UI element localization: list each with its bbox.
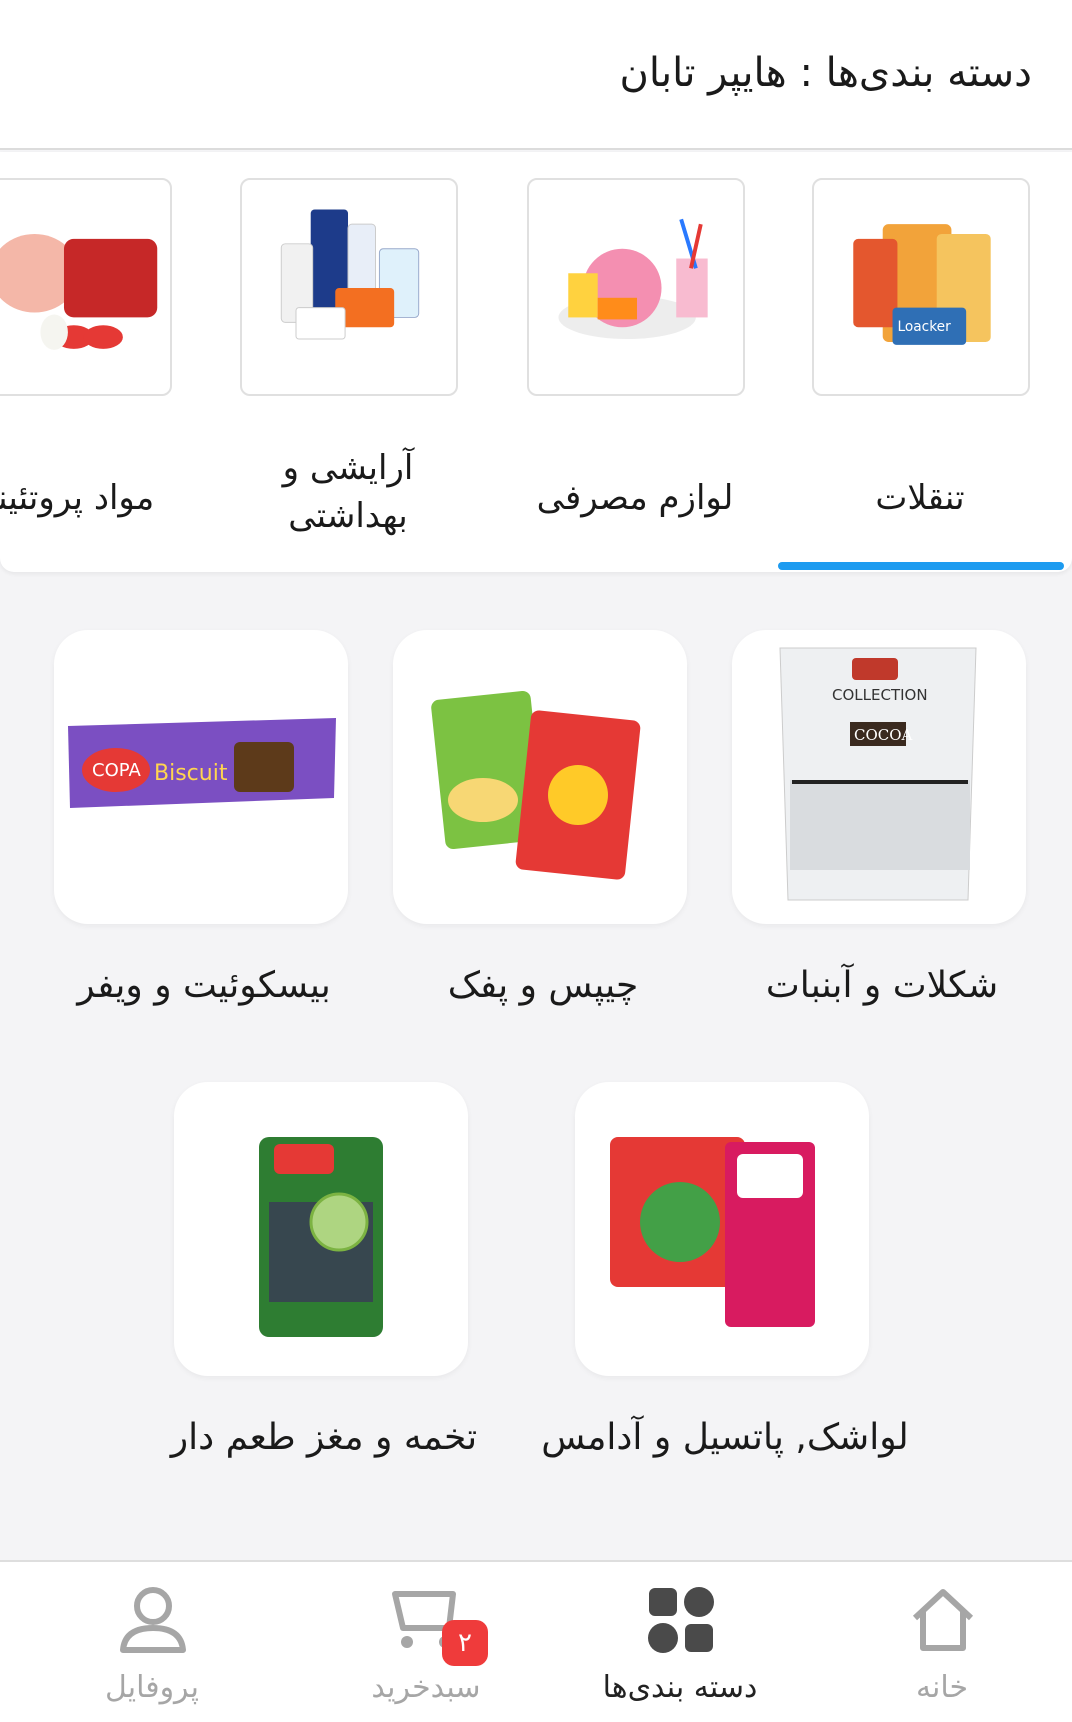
tab-snacks[interactable]: Loacker تنقلات [790,152,1050,572]
profile-icon [120,1587,186,1653]
tab-protein[interactable]: مواد پروتئینی [0,152,192,572]
chocolate-candy-image: COLLECTION COCOA [732,630,1026,924]
cart-count-badge: ۲ [442,1620,488,1666]
nav-home[interactable]: خانه [812,1562,1072,1722]
tab-protein-label: مواد پروتئینی [0,478,155,518]
nav-categories-label: دسته بندی‌ها [602,1670,758,1705]
subcategory-biscuit-wafer[interactable]: COPA Biscuit بیسکوئیت و ویفر [54,630,394,1020]
subcategory-chocolate-candy-label: شکلات و آبنبات [765,965,999,1006]
nav-profile[interactable]: پروفایل [22,1562,282,1722]
nav-profile-label: پروفایل [105,1670,199,1705]
svg-text:Loacker: Loacker [897,319,951,335]
page-title: دسته بندی‌ها : هایپر تابان [619,50,1032,96]
nav-cart[interactable]: ۲ سبدخرید [296,1562,556,1722]
subcategory-chips-puffs[interactable]: چیپس و پفک [393,630,733,1020]
svg-text:COPA: COPA [92,760,141,781]
nav-cart-label: سبدخرید [371,1670,481,1705]
nav-categories[interactable]: دسته بندی‌ها [550,1562,810,1722]
categories-grid-icon [648,1587,714,1653]
tab-toiletries-label: آرایشی و بهداشتی [282,448,414,536]
subcategory-chocolate-candy[interactable]: COLLECTION COCOA شکلات و آبنبات [732,630,1072,1020]
biscuit-wafer-image: COPA Biscuit [54,630,348,924]
meat-protein-image [0,178,172,396]
disposable-tableware-image [527,178,745,396]
subcategory-biscuit-wafer-label: بیسکوئیت و ویفر [77,965,331,1006]
fruit-leather-gum-image [575,1082,869,1376]
seeds-nuts-image [174,1082,468,1376]
subcategory-fruit-leather-gum-label: لواشک, پاتسیل و آدامس [541,1417,909,1458]
chips-puffs-image [393,630,687,924]
tab-snacks-label: تنقلات [875,478,965,518]
svg-text:Biscuit: Biscuit [154,761,228,786]
tab-disposables-label: لوازم مصرفی [536,478,734,518]
svg-text:COCOA: COCOA [854,726,913,744]
category-tab-strip[interactable]: Loacker تنقلات لوازم مصرفی آرایشی و بهدا… [0,152,1072,572]
subcategory-fruit-leather-gum[interactable]: لواشک, پاتسیل و آدامس [541,1082,915,1472]
tab-toiletries[interactable]: آرایشی و بهداشتی [218,152,478,572]
snacks-bundle-image: Loacker [812,178,1030,396]
nav-home-label: خانه [915,1670,969,1705]
home-icon [912,1589,974,1651]
bottom-navigation: خانه دسته بندی‌ها ۲ سبدخرید پروفایل [0,1560,1072,1722]
toiletries-image [240,178,458,396]
subcategory-seeds-nuts-label: تخمه و مغز طعم دار [170,1417,478,1458]
app-header: دسته بندی‌ها : هایپر تابان [0,0,1072,150]
subcategory-chips-puffs-label: چیپس و پفک [447,965,639,1006]
tab-disposables[interactable]: لوازم مصرفی [505,152,765,572]
svg-text:COLLECTION: COLLECTION [832,686,928,704]
subcategory-seeds-nuts[interactable]: تخمه و مغز طعم دار [171,1082,514,1472]
active-tab-indicator [778,562,1064,570]
